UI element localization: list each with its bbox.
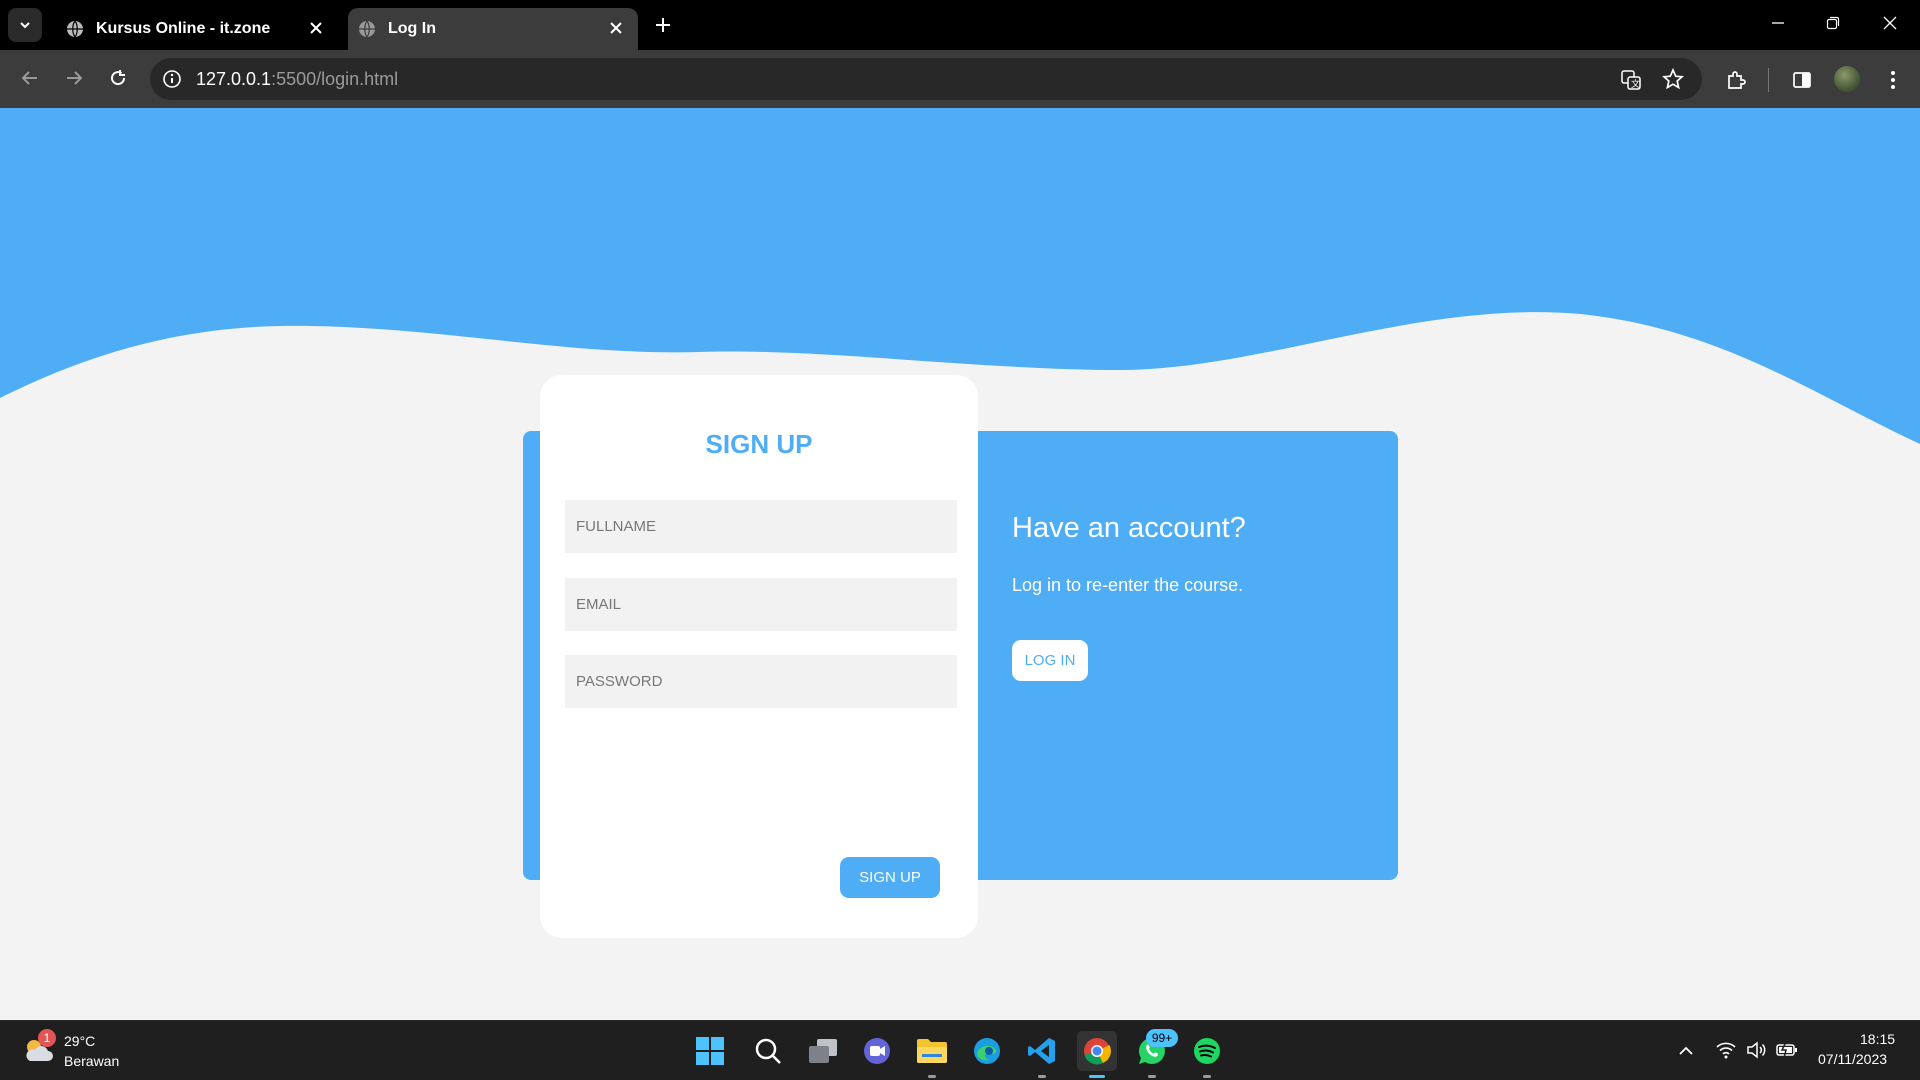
side-panel-button[interactable]	[1786, 64, 1818, 96]
tab-kursus-online[interactable]: Kursus Online - it.zone	[48, 8, 338, 50]
signup-button[interactable]: SIGN UP	[840, 857, 940, 898]
email-field[interactable]	[565, 578, 957, 631]
teams-chat-button[interactable]	[857, 1031, 897, 1071]
edge-button[interactable]	[967, 1031, 1007, 1071]
plus-icon	[656, 18, 670, 32]
arrow-left-icon	[21, 71, 37, 85]
login-panel-title: Have an account?	[1012, 512, 1246, 544]
chevron-down-icon	[20, 22, 30, 29]
signup-card: SIGN UP SIGN UP	[540, 375, 978, 938]
tab-bar: Kursus Online - it.zone Log In	[0, 0, 1920, 50]
forward-button[interactable]	[56, 60, 92, 96]
bookmark-star-icon[interactable]	[1662, 68, 1684, 90]
volume-icon[interactable]	[1746, 1041, 1766, 1059]
close-tab-icon[interactable]	[608, 20, 624, 36]
address-bar[interactable]: 127.0.0.1:5500/login.html 文	[150, 58, 1702, 100]
task-view-button[interactable]	[803, 1031, 843, 1071]
tab-search-button[interactable]	[8, 8, 42, 42]
puzzle-icon	[1728, 71, 1746, 89]
edge-icon	[974, 1038, 1000, 1064]
clock-date[interactable]: 07/11/2023	[1818, 1051, 1887, 1067]
minimize-icon	[1772, 22, 1784, 24]
whatsapp-button[interactable]: 99+	[1132, 1029, 1178, 1078]
show-hidden-icons-button[interactable]	[1674, 1039, 1698, 1063]
taskbar: 1 29°C Berawan 99+ 18:15 07/11/2023	[0, 1020, 1920, 1080]
weather-widget[interactable]: 1 29°C Berawan	[20, 1029, 130, 1073]
close-window-button[interactable]	[1872, 8, 1908, 38]
wifi-icon[interactable]	[1716, 1041, 1736, 1059]
new-tab-button[interactable]	[650, 10, 676, 40]
minimize-button[interactable]	[1760, 8, 1796, 38]
signup-title: SIGN UP	[705, 429, 813, 459]
page-viewport: SIGN UP SIGN UP Have an account? Log in …	[0, 108, 1920, 1020]
url-text[interactable]: 127.0.0.1:5500/login.html	[196, 69, 398, 90]
search-button[interactable]	[748, 1031, 788, 1071]
globe-icon	[67, 20, 83, 38]
browser-menu-button[interactable]	[1880, 64, 1906, 96]
login-panel-text: Log in to re-enter the course.	[1012, 575, 1244, 595]
translate-icon[interactable]: 文	[1620, 69, 1642, 91]
restore-button[interactable]	[1815, 8, 1851, 38]
reload-button[interactable]	[100, 60, 136, 96]
file-explorer-button[interactable]	[912, 1031, 952, 1078]
tab-title: Kursus Online - it.zone	[96, 20, 271, 37]
fullname-field[interactable]	[565, 500, 957, 553]
toolbar-divider	[1768, 68, 1769, 92]
globe-icon	[359, 20, 375, 38]
start-button[interactable]	[690, 1031, 730, 1071]
close-tab-icon[interactable]	[308, 20, 324, 36]
active-indicator	[1089, 1075, 1105, 1078]
running-indicator	[1038, 1075, 1046, 1078]
close-icon	[1883, 16, 1897, 30]
clock-time[interactable]: 18:15	[1860, 1031, 1895, 1047]
side-panel-icon	[1793, 72, 1811, 88]
password-field[interactable]	[565, 655, 957, 708]
whatsapp-badge: 99+	[1146, 1029, 1178, 1047]
info-icon[interactable]	[162, 69, 182, 89]
running-indicator	[928, 1075, 936, 1078]
battery-icon[interactable]	[1776, 1041, 1798, 1059]
extensions-button[interactable]	[1720, 64, 1752, 96]
task-view-icon	[809, 1039, 837, 1063]
spotify-icon	[1194, 1038, 1220, 1064]
chevron-up-icon	[1679, 1046, 1693, 1055]
vscode-button[interactable]	[1022, 1031, 1062, 1078]
arrow-right-icon	[67, 71, 83, 85]
chrome-button[interactable]	[1077, 1031, 1117, 1078]
spotify-button[interactable]	[1187, 1031, 1227, 1078]
restore-icon	[1826, 16, 1840, 30]
svg-text:文: 文	[1631, 78, 1640, 89]
tab-log-in[interactable]: Log In	[348, 8, 638, 50]
weather-desc: Berawan	[64, 1053, 120, 1069]
vscode-icon	[1028, 1038, 1055, 1064]
back-button[interactable]	[12, 60, 48, 96]
windows-icon	[696, 1037, 724, 1065]
profile-avatar[interactable]	[1834, 66, 1860, 92]
running-indicator	[1203, 1075, 1211, 1078]
login-button[interactable]: LOG IN	[1012, 640, 1088, 681]
weather-badge: 1	[38, 1029, 56, 1047]
tab-title: Log In	[388, 20, 436, 37]
running-indicator	[1148, 1075, 1156, 1078]
reload-icon	[111, 70, 126, 86]
folder-icon	[917, 1039, 947, 1063]
search-icon	[755, 1038, 781, 1064]
teams-chat-icon	[864, 1038, 890, 1064]
chrome-icon	[1084, 1038, 1111, 1065]
weather-temp: 29°C	[64, 1033, 96, 1049]
more-vertical-icon	[1891, 71, 1895, 89]
